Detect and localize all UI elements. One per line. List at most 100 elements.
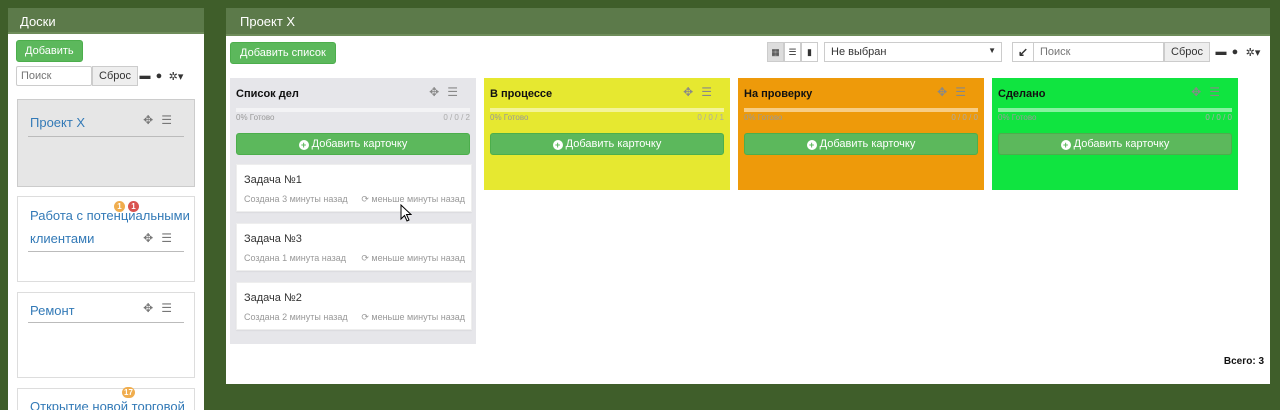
- filter-select[interactable]: Не выбран ▼: [824, 42, 1003, 62]
- add-board-button[interactable]: Добавить: [16, 40, 83, 62]
- card-search-input[interactable]: [1034, 42, 1165, 62]
- move-icon[interactable]: ✥: [143, 301, 161, 315]
- list-column-in-progress: В процессе ✥☰ 0% Готово 0 / 0 / 1 + Добав…: [484, 78, 730, 190]
- task-created: Создана 2 минуты назад: [244, 312, 348, 322]
- board-card-repair[interactable]: Ремонт ✥☰: [17, 292, 195, 378]
- gear-icon[interactable]: ✲▾: [1242, 46, 1264, 59]
- chart-view-icon[interactable]: ▮: [801, 42, 819, 62]
- task-updated-text: меньше минуты назад: [371, 253, 465, 263]
- list-view-icon[interactable]: ☰: [784, 42, 802, 62]
- add-list-button[interactable]: Добавить список: [230, 42, 336, 64]
- list-count: 0 / 0 / 1: [697, 113, 724, 122]
- task-updated-text: меньше минуты назад: [371, 194, 465, 204]
- sliders-icon[interactable]: ☰: [1209, 85, 1228, 99]
- move-icon[interactable]: ✥: [143, 231, 161, 245]
- task-updated: ⟳ меньше минуты назад: [361, 253, 465, 264]
- add-card-label: Добавить карточку: [565, 138, 662, 150]
- board-title: Проект X: [226, 8, 1270, 36]
- divider: [28, 322, 184, 323]
- task-created: Создана 1 минута назад: [244, 253, 347, 263]
- add-card-button[interactable]: + Добавить карточку: [998, 133, 1232, 155]
- gear-icon[interactable]: ✲▾: [166, 70, 186, 83]
- list-column-review: На проверку ✥☰ 0% Готово 0 / 0 / 0 + Доба…: [738, 78, 984, 190]
- board-title[interactable]: Открытие новой торговой: [30, 395, 200, 410]
- sliders-icon[interactable]: ☰: [161, 113, 180, 127]
- refresh-icon: ⟳: [361, 253, 369, 263]
- list-controls: ✥☰: [1191, 85, 1228, 99]
- board-title[interactable]: Проект X: [30, 111, 140, 134]
- total-count: Всего: 3: [1223, 356, 1264, 367]
- task-title: Задача №1: [244, 174, 302, 186]
- move-icon[interactable]: ✥: [937, 85, 955, 99]
- move-icon[interactable]: ✥: [1191, 85, 1209, 99]
- board-title[interactable]: Ремонт: [30, 299, 140, 322]
- refresh-icon: ⟳: [361, 312, 369, 322]
- divider: [28, 136, 184, 137]
- list-controls: ✥☰: [429, 85, 466, 99]
- print-icon[interactable]: ▬: [1214, 46, 1228, 58]
- sidebar-title: Доски: [8, 8, 204, 34]
- add-card-button[interactable]: + Добавить карточку: [236, 133, 470, 155]
- board-toolbar: Добавить список ▦ ☰ ▮ Не выбран ▼ ↙ Сбро…: [226, 42, 1270, 66]
- list-title: В процессе: [490, 88, 553, 100]
- move-icon[interactable]: ✥: [683, 85, 701, 99]
- sliders-icon[interactable]: ☰: [701, 85, 720, 99]
- list-title: Список дел: [236, 88, 299, 100]
- chevron-down-icon: ▼: [988, 46, 997, 55]
- task-updated: ⟳ меньше минуты назад: [361, 312, 465, 323]
- add-card-label: Добавить карточку: [819, 138, 916, 150]
- list-count: 0 / 0 / 0: [1205, 113, 1232, 122]
- add-card-label: Добавить карточку: [1073, 138, 1170, 150]
- add-card-button[interactable]: + Добавить карточку: [744, 133, 978, 155]
- task-title: Задача №3: [244, 233, 302, 245]
- board-card-new-store[interactable]: 17 Открытие новой торговой: [17, 387, 195, 410]
- card-search-reset-button[interactable]: Сброс: [1164, 42, 1210, 62]
- add-card-button[interactable]: + Добавить карточку: [490, 133, 724, 155]
- plus-icon: +: [298, 140, 309, 150]
- list-title: Сделано: [998, 88, 1046, 100]
- task-card[interactable]: Задача №3 Создана 1 минута назад ⟳ меньш…: [236, 223, 472, 271]
- sliders-icon[interactable]: ☰: [447, 85, 466, 99]
- task-updated-text: меньше минуты назад: [371, 312, 465, 322]
- mouse-cursor-icon: [400, 204, 412, 222]
- move-icon[interactable]: ✥: [429, 85, 447, 99]
- list-column-todo: Список дел ✥☰ 0% Готово 0 / 0 / 2 + Добав…: [230, 78, 476, 344]
- list-progress-label: 0% Готово: [236, 113, 275, 122]
- add-card-label: Добавить карточку: [311, 138, 408, 150]
- board-controls: ✥☰: [143, 113, 180, 127]
- list-controls: ✥☰: [937, 85, 974, 99]
- list-count: 0 / 0 / 2: [443, 113, 470, 122]
- task-card[interactable]: Задача №2 Создана 2 минуты назад ⟳ меньш…: [236, 282, 472, 330]
- info-icon[interactable]: ●: [152, 70, 166, 82]
- list-progress-bar: [490, 108, 724, 112]
- task-updated: ⟳ меньше минуты назад: [361, 194, 465, 205]
- grid-view-icon[interactable]: ▦: [767, 42, 785, 62]
- list-progress-label: 0% Готово: [744, 113, 783, 122]
- filter-select-value: Не выбран: [831, 46, 887, 58]
- sliders-icon[interactable]: ☰: [161, 231, 180, 245]
- task-card[interactable]: Задача №1 Создана 3 минуты назад ⟳ меньш…: [236, 164, 472, 212]
- list-column-done: Сделано ✥☰ 0% Готово 0 / 0 / 0 + Добавить…: [992, 78, 1238, 190]
- plus-icon: +: [1060, 140, 1071, 150]
- board-search-reset-button[interactable]: Сброс: [92, 66, 138, 86]
- task-created: Создана 3 минуты назад: [244, 194, 348, 204]
- list-progress-label: 0% Готово: [998, 113, 1037, 122]
- board-panel: Проект X Добавить список ▦ ☰ ▮ Не выбран…: [226, 8, 1270, 384]
- board-search-input[interactable]: [16, 66, 92, 86]
- move-icon[interactable]: ✥: [143, 113, 161, 127]
- plus-icon: +: [552, 140, 563, 150]
- board-card-leads[interactable]: 1 1 Работа с потенциальными клиентами ✥☰: [17, 196, 195, 282]
- list-progress-bar: [744, 108, 978, 112]
- info-icon[interactable]: ●: [1228, 46, 1242, 58]
- board-card-project-x[interactable]: Проект X ✥☰: [17, 99, 195, 187]
- boards-sidebar: Доски Добавить Сброс ▬ ● ✲▾ Проект X ✥☰ …: [8, 8, 204, 410]
- list-title: На проверку: [744, 88, 813, 100]
- list-progress-bar: [998, 108, 1232, 112]
- board-controls: ✥☰: [143, 301, 180, 315]
- sliders-icon[interactable]: ☰: [955, 85, 974, 99]
- board-controls: ✥☰: [143, 231, 180, 245]
- collapse-arrow-icon[interactable]: ↙: [1012, 42, 1035, 62]
- print-icon[interactable]: ▬: [138, 70, 152, 82]
- divider: [28, 251, 184, 252]
- sliders-icon[interactable]: ☰: [161, 301, 180, 315]
